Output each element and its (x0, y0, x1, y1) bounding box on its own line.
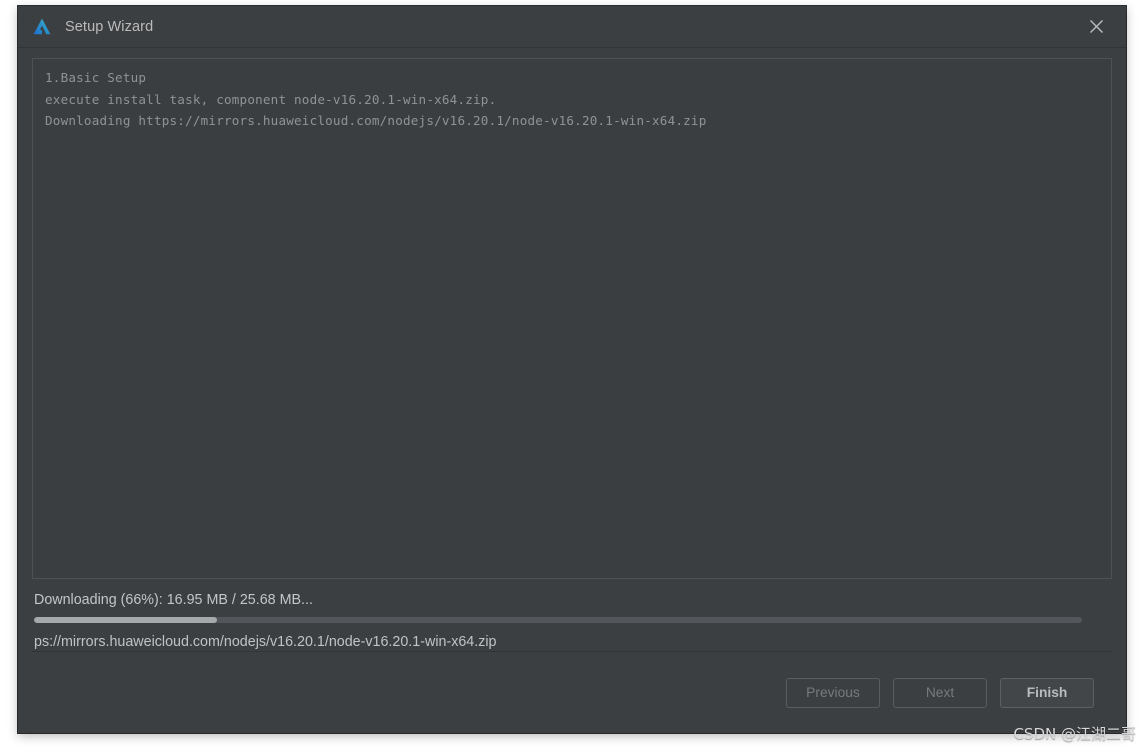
console-output-panel[interactable]: 1.Basic Setup execute install task, comp… (32, 58, 1112, 579)
screen-root: Setup Wizard 1.Basic Setup execute insta… (0, 0, 1142, 747)
csdn-watermark: CSDN @江湖二哥 (1013, 725, 1136, 743)
wizard-footer: Previous Next Finish (32, 651, 1112, 733)
previous-button[interactable]: Previous (786, 677, 880, 708)
progress-status-label: Downloading (66%): 16.95 MB / 25.68 MB..… (34, 592, 313, 608)
progress-area: Downloading (66%): 16.95 MB / 25.68 MB..… (32, 579, 1112, 651)
next-button[interactable]: Next (893, 677, 987, 708)
finish-button[interactable]: Finish (1000, 677, 1094, 708)
close-icon[interactable] (1076, 6, 1116, 47)
progress-bar (34, 617, 1082, 623)
window-title: Setup Wizard (65, 18, 154, 35)
progress-bar-fill (34, 617, 218, 623)
console-line: 1.Basic Setup (45, 70, 147, 85)
app-logo-icon (31, 16, 53, 38)
console-line: Downloading https://mirrors.huaweicloud.… (45, 113, 707, 128)
wizard-body: 1.Basic Setup execute install task, comp… (18, 48, 1126, 733)
console-line: execute install task, component node-v16… (45, 91, 497, 107)
window-titlebar: Setup Wizard (18, 6, 1126, 48)
progress-detail-label: ps://mirrors.huaweicloud.com/nodejs/v16.… (34, 634, 497, 650)
setup-wizard-window: Setup Wizard 1.Basic Setup execute insta… (18, 6, 1126, 733)
